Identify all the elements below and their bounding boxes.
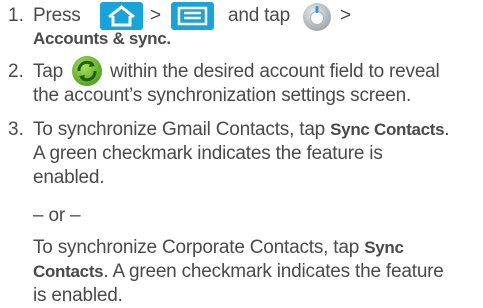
sync-icon	[71, 55, 103, 87]
step-number: 3.	[8, 119, 24, 140]
step-3-line-4: To synchronize Corporate Contacts, tap S…	[33, 237, 404, 259]
contacts-option: Contacts	[33, 262, 104, 281]
step-3-line-3: enabled.	[33, 167, 105, 188]
accounts-sync-target: Accounts & sync.	[33, 29, 171, 48]
step-3-line-6: is enabled.	[33, 285, 123, 306]
step-1-line-1: Press	[33, 5, 81, 27]
settings-icon	[302, 2, 332, 32]
step-2-text: within the desired account field to reve…	[110, 61, 440, 82]
home-key-icon	[100, 2, 143, 30]
step-3-line-5: Contacts. A green checkmark indicates th…	[33, 261, 444, 283]
step-number: 1.	[8, 5, 24, 26]
step-3-line-1: To synchronize Gmail Contacts, tap Sync …	[33, 119, 450, 141]
sync-contacts-option: Sync Contacts	[330, 120, 445, 139]
step-3-text: . A green checkmark indicates the featur…	[103, 261, 444, 282]
tap-label: Tap	[33, 61, 64, 82]
instruction-steps: 1. Press > and tap > Accounts & sync. 2.…	[0, 0, 483, 308]
sync-option: Sync	[364, 238, 404, 257]
step-3-text: .	[444, 119, 450, 140]
menu-key-icon	[171, 2, 214, 30]
step-2-line-2: the account’s synchronization settings s…	[33, 85, 412, 106]
press-label: Press	[33, 5, 81, 26]
step-3-text: To synchronize Gmail Contacts, tap	[33, 119, 331, 140]
step-3-line-2: A green checkmark indicates the feature …	[33, 143, 383, 164]
step-3-text: To synchronize Corporate Contacts, tap	[33, 237, 365, 258]
step-number: 2.	[8, 61, 24, 82]
separator-gt: >	[340, 5, 351, 26]
and-tap-label: and tap	[228, 5, 290, 26]
separator-gt: >	[150, 5, 161, 26]
or-separator: – or –	[33, 205, 81, 226]
